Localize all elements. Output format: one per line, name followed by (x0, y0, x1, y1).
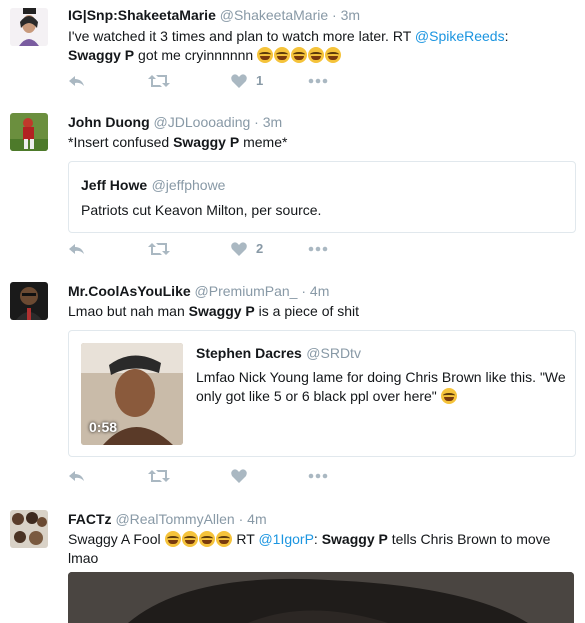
mention-link[interactable]: @SpikeReeds (415, 28, 505, 44)
more-button[interactable] (308, 71, 328, 91)
like-button[interactable]: 2 (230, 239, 263, 259)
display-name[interactable]: John Duong (68, 114, 150, 130)
emoji-crying (440, 388, 457, 404)
avatar[interactable] (10, 282, 48, 320)
display-name[interactable]: Mr.CoolAsYouLike (68, 283, 191, 299)
emoji-tears-of-joy (215, 531, 232, 547)
like-icon (231, 469, 247, 483)
tweet-text-part: *Insert confused (68, 134, 174, 150)
media-preview[interactable] (68, 572, 574, 623)
reply-icon (69, 244, 84, 254)
tweet-text: *Insert confused Swaggy P meme* (68, 133, 573, 152)
reply-button[interactable] (68, 239, 86, 259)
tweet-text-part: : (504, 28, 509, 44)
quoted-text: Patriots cut Keavon Milton, per source. (81, 202, 322, 218)
tweet-text-part: Lmao but nah man (68, 303, 189, 319)
tweet-text-part: : (313, 531, 322, 547)
quoted-tweet[interactable]: Jeff Howe @jeffphowe Patriots cut Keavon… (68, 161, 576, 233)
more-icon (308, 246, 328, 252)
tweet-text-part: meme* (239, 134, 288, 150)
emoji-tears-of-joy (164, 531, 181, 547)
tweet-3[interactable]: Mr.CoolAsYouLike @PremiumPan_ · 4m Lmao … (0, 270, 585, 499)
avatar[interactable] (10, 113, 48, 151)
reply-icon (69, 76, 84, 86)
timestamp[interactable]: 3m (341, 7, 360, 23)
quoted-text-body: Lmfao Nick Young lame for doing Chris Br… (196, 369, 566, 404)
separator-dot: · (254, 114, 259, 130)
display-name[interactable]: FACTz (68, 511, 112, 527)
emoji-tears-of-joy (308, 47, 325, 63)
mention-link[interactable]: @1IgorP (258, 531, 313, 547)
tweet-2[interactable]: John Duong @JDLoooading · 3m *Insert con… (0, 100, 585, 271)
like-count: 1 (256, 73, 264, 88)
highlight-keyword: Swaggy P (321, 531, 388, 547)
display-name[interactable]: IG|Snp:ShakeetaMarie (68, 7, 216, 23)
retweet-button[interactable] (148, 71, 170, 91)
retweet-button[interactable] (148, 466, 170, 486)
emoji-tears-of-joy (198, 531, 215, 547)
like-count: 2 (256, 241, 264, 256)
highlight-keyword: Swaggy P (68, 47, 135, 63)
timestamp[interactable]: 4m (310, 283, 329, 299)
separator-dot: · (301, 283, 307, 299)
emoji-tears-of-joy (181, 531, 198, 547)
user-handle[interactable]: @PremiumPan_ (195, 283, 298, 299)
quoted-display-name: Stephen Dacres (196, 345, 302, 361)
reply-icon (69, 471, 84, 481)
reply-button[interactable] (68, 466, 86, 486)
like-button[interactable] (230, 466, 248, 486)
tweet-text-part: is a piece of shit (254, 303, 360, 319)
quoted-tweet[interactable]: 0:58 Stephen Dacres @SRDtv Lmfao Nick Yo… (68, 330, 576, 457)
like-icon (231, 74, 247, 88)
retweet-button[interactable] (148, 239, 170, 259)
emoji-tears-of-joy (325, 47, 342, 63)
more-icon (308, 78, 328, 84)
highlight-keyword: Swaggy P (188, 303, 255, 319)
retweet-icon (148, 75, 170, 87)
tweet-text-part: got me cryinnnnnn (134, 47, 258, 63)
separator-dot: · (238, 511, 244, 527)
avatar[interactable] (10, 510, 48, 548)
more-icon (308, 473, 328, 479)
more-button[interactable] (308, 466, 328, 486)
video-thumbnail[interactable]: 0:58 (81, 343, 183, 445)
like-icon (231, 242, 247, 256)
tweet-text-part: Swaggy A Fool (68, 531, 165, 547)
user-handle[interactable]: @RealTommyAllen (115, 511, 234, 527)
emoji-tears-of-joy (257, 47, 274, 63)
highlight-keyword: Swaggy P (173, 134, 240, 150)
more-button[interactable] (308, 239, 328, 259)
quoted-text: Lmfao Nick Young lame for doing Chris Br… (196, 368, 566, 406)
timestamp[interactable]: 3m (263, 114, 282, 130)
tweet-text: Swaggy A Fool RT @1IgorP: Swaggy P tells… (68, 530, 573, 568)
video-duration: 0:58 (89, 419, 118, 435)
quoted-handle: @jeffphowe (151, 177, 226, 193)
emoji-tears-of-joy (291, 47, 308, 63)
user-handle[interactable]: @JDLoooading (154, 114, 251, 130)
reply-button[interactable] (68, 71, 86, 91)
tweet-4[interactable]: FACTz @RealTommyAllen · 4m Swaggy A Fool… (0, 498, 585, 623)
timestamp[interactable]: 4m (247, 511, 266, 527)
avatar[interactable] (10, 8, 48, 46)
tweet-text: Lmao but nah man Swaggy P is a piece of … (68, 302, 573, 321)
emoji-tears-of-joy (274, 47, 291, 63)
retweet-icon (148, 470, 170, 482)
like-button[interactable]: 1 (230, 71, 263, 91)
tweet-text: I've watched it 3 times and plan to watc… (68, 27, 573, 65)
separator-dot: · (332, 7, 337, 23)
quoted-display-name: Jeff Howe (81, 177, 148, 193)
user-handle[interactable]: @ShakeetaMarie (220, 7, 328, 23)
quoted-handle: @SRDtv (306, 345, 361, 361)
tweet-1[interactable]: IG|Snp:ShakeetaMarie @ShakeetaMarie · 3m… (0, 0, 585, 101)
tweet-text-part: I've watched it 3 times and plan to watc… (68, 28, 415, 44)
tweet-text-part: RT (232, 531, 259, 547)
retweet-icon (148, 243, 170, 255)
